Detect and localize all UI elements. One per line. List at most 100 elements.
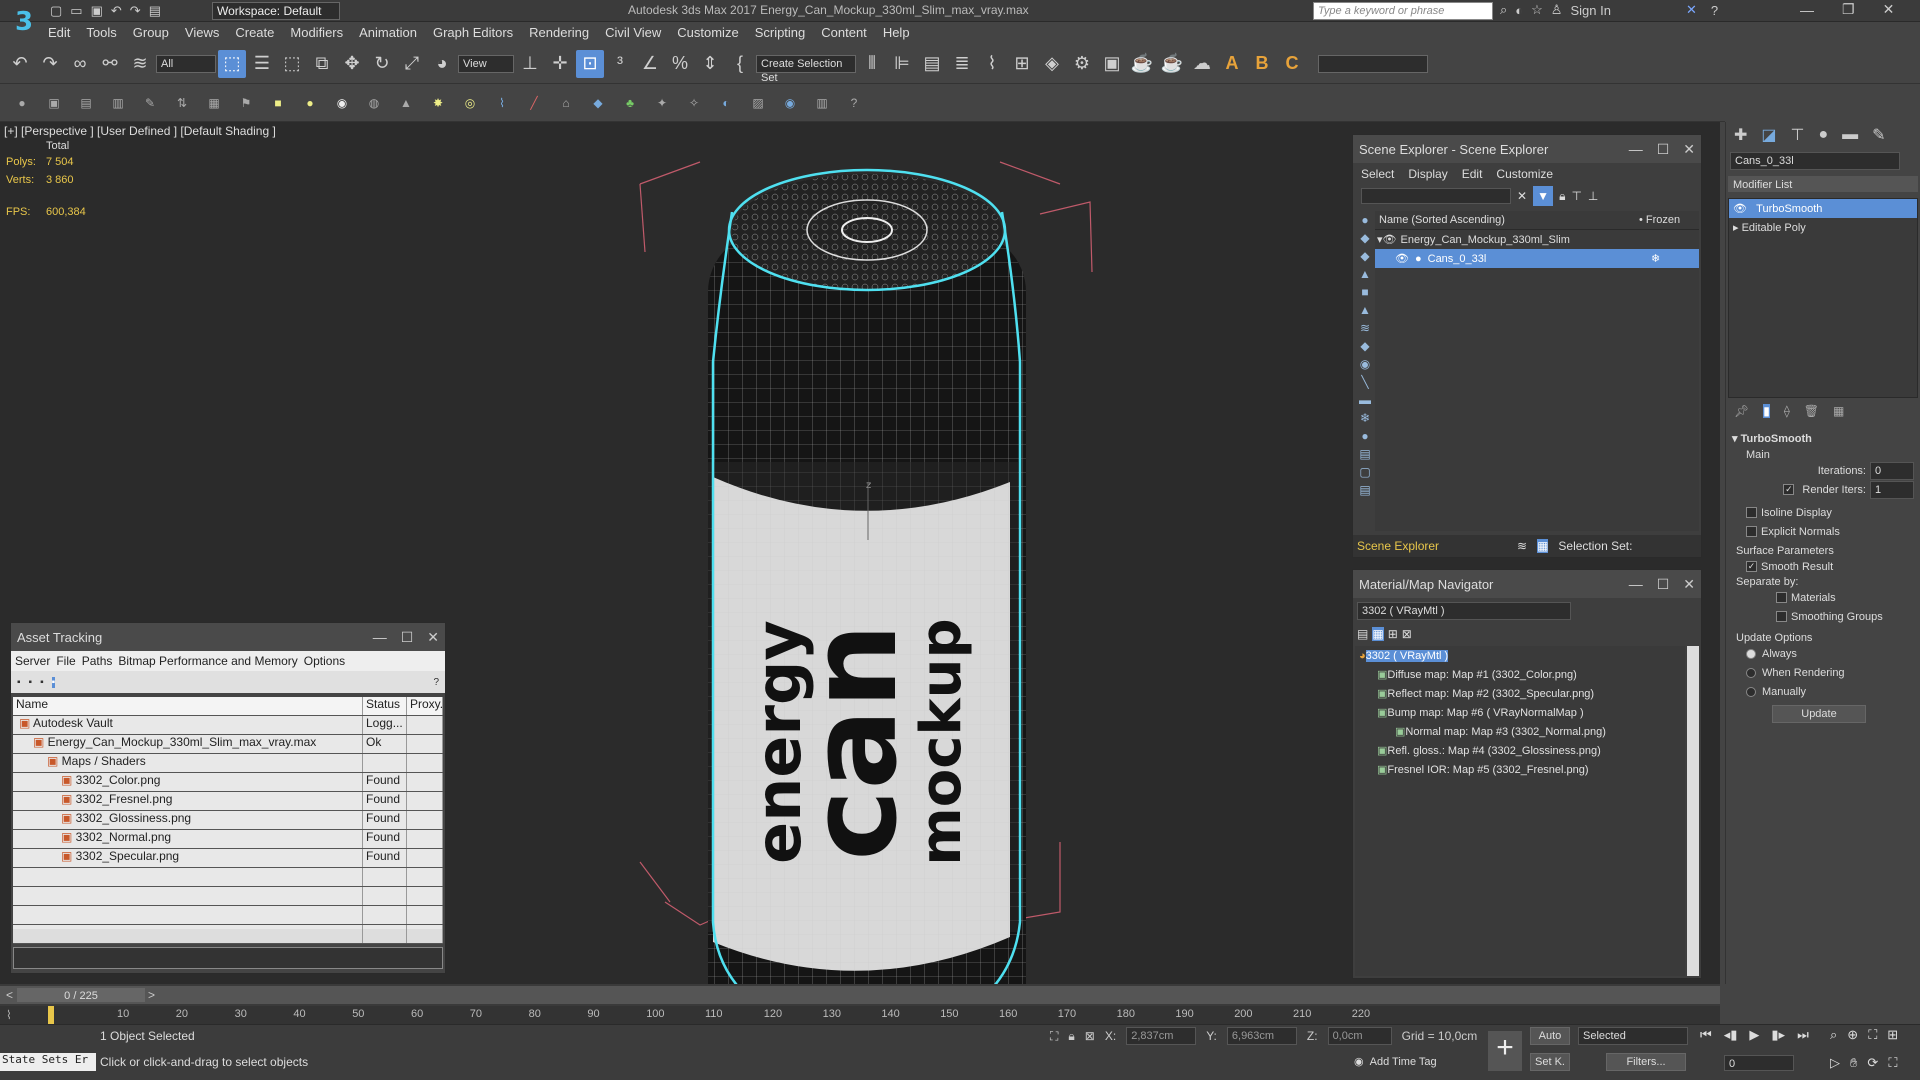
filters-button[interactable]: Filters... — [1606, 1053, 1686, 1071]
render-iterative-icon[interactable]: ☕ — [1158, 50, 1186, 78]
spinner-snap-icon[interactable]: ⇕ — [696, 50, 724, 78]
table-row[interactable]: ▣ 3302_Color.png Found — [13, 773, 443, 792]
scene-explorer-dropdown[interactable]: Scene Explorer — [1357, 539, 1507, 553]
utilities-tab-icon[interactable]: ✎ — [1872, 125, 1885, 145]
proxy-column-header[interactable]: Proxy... — [407, 697, 443, 715]
box-icon[interactable]: ■ — [266, 91, 290, 115]
zoom-icon[interactable]: ⌕ — [1830, 1027, 1837, 1043]
material-tree-item[interactable]: ▣ Reflect map: Map #2 (3302_Specular.png… — [1355, 684, 1685, 703]
curve-editor-icon[interactable]: ⌇ — [978, 50, 1006, 78]
material-icon[interactable]: ◐ — [714, 91, 738, 115]
lights-icon[interactable]: ▲ — [1359, 267, 1371, 281]
new-key-icon[interactable]: + — [1488, 1031, 1522, 1071]
project-icon[interactable]: ▤ — [149, 3, 161, 19]
render-icon[interactable]: ☕ — [1128, 50, 1156, 78]
go-to-start-icon[interactable]: ⏮ — [1700, 1027, 1712, 1043]
maximize-icon[interactable]: ☐ — [1657, 576, 1670, 593]
z-coord-field[interactable]: 0,0cm — [1327, 1027, 1392, 1045]
bones-icon[interactable]: ╲ — [1361, 375, 1368, 389]
move-icon[interactable]: ✥ — [338, 50, 366, 78]
close-icon[interactable]: ✕ — [1683, 576, 1695, 593]
place-icon[interactable]: ◕ — [428, 50, 456, 78]
remove-modifier-icon[interactable]: 🗑︎ — [1804, 404, 1819, 418]
zoom-extents-all-icon[interactable]: ⊞ — [1887, 1027, 1898, 1043]
eye-icon[interactable]: 👁︎ — [1395, 252, 1409, 265]
select-icon[interactable]: ⬚ — [218, 49, 246, 78]
material-tree-item[interactable]: ◕ 3302 ( VRayMtl ) — [1355, 646, 1685, 665]
material-editor-icon[interactable]: ◈ — [1038, 50, 1066, 78]
filter-icon[interactable]: ▼ — [1533, 186, 1554, 206]
display-all-icon[interactable]: ● — [1361, 213, 1368, 227]
bind-space-warp-icon[interactable]: ≋ — [126, 50, 154, 78]
sun-icon[interactable]: ◎ — [458, 91, 482, 115]
at-menu-item[interactable]: Server — [15, 654, 50, 668]
rollout-title[interactable]: ▾ TurboSmooth — [1732, 432, 1914, 445]
orbit-icon[interactable]: ⟳ — [1867, 1055, 1878, 1071]
time-slider[interactable]: 0 / 225 — [16, 987, 146, 1003]
update-button[interactable]: Update — [1772, 705, 1866, 723]
at-menu-item[interactable]: File — [56, 654, 75, 668]
particle-icon[interactable]: ✧ — [682, 91, 706, 115]
maxscript-listener[interactable]: State Sets Er — [0, 1053, 96, 1071]
eye-icon[interactable]: 👁︎ — [1383, 233, 1397, 246]
search-input[interactable]: Type a keyword or phrase — [1313, 2, 1493, 20]
text-a-icon[interactable]: A — [1218, 50, 1246, 78]
material-tree-item[interactable]: ▣ Normal map: Map #3 (3302_Normal.png) — [1355, 722, 1685, 741]
redo-icon[interactable]: ↷ — [36, 50, 64, 78]
minimize-icon[interactable]: — — [1800, 2, 1814, 18]
checkout-icon[interactable]: ▪ — [29, 677, 33, 688]
name-column-header[interactable]: Name (Sorted Ascending) — [1379, 214, 1639, 226]
configure-sets-icon[interactable]: ▦ — [1833, 404, 1844, 418]
containers-icon[interactable]: ▬ — [1359, 393, 1371, 407]
table-row[interactable]: ▣ 3302_Specular.png Found — [13, 849, 443, 868]
prev-frame-icon[interactable]: < — [6, 988, 13, 1002]
reference-coord-dropdown[interactable]: View — [458, 54, 514, 73]
next-key-icon[interactable]: ▮▸ — [1771, 1027, 1785, 1043]
view-list-thumbs-icon[interactable]: ▦ — [1372, 627, 1384, 641]
exchange-icon[interactable]: ✕ — [1686, 2, 1697, 18]
menu-help[interactable]: Help — [875, 22, 918, 44]
light-icon[interactable]: ✸ — [426, 91, 450, 115]
material-tree-item[interactable]: ▣ Diffuse map: Map #1 (3302_Color.png) — [1355, 665, 1685, 684]
system-icon[interactable]: ✦ — [650, 91, 674, 115]
save-file-icon[interactable]: ▣ — [91, 3, 103, 19]
at-menu-item[interactable]: Options — [304, 654, 345, 668]
pivot-icon[interactable]: ⊥ — [516, 50, 544, 78]
next-frame-icon[interactable]: > — [148, 988, 155, 1002]
at-menu-item[interactable]: Paths — [82, 654, 113, 668]
frozen-column-header[interactable]: • Frozen — [1639, 214, 1699, 226]
frozen-icon[interactable]: ❄ — [1651, 252, 1699, 265]
material-tree-scrollbar[interactable] — [1687, 646, 1699, 976]
material-tree-item[interactable]: ▣ Fresnel IOR: Map #5 (3302_Fresnel.png) — [1355, 760, 1685, 779]
table-row[interactable]: ▣ Maps / Shaders — [13, 754, 443, 773]
render-cloud-icon[interactable]: ☁ — [1188, 50, 1216, 78]
table-row[interactable]: ▣ 3302_Normal.png Found — [13, 830, 443, 849]
undo-icon[interactable]: ↶ — [6, 50, 34, 78]
minimize-icon[interactable]: — — [1629, 576, 1643, 593]
ribbon-tool-icon[interactable]: ⇅ — [170, 91, 194, 115]
track-bar[interactable]: ⌇ 10 20 30 40 50 60 70 80 90 100 110 120 130 140 150 16… — [0, 1006, 1720, 1024]
lock-selection-icon[interactable]: 🔒︎ — [1068, 1029, 1074, 1044]
view-list-icon[interactable]: ▤ — [1357, 627, 1368, 641]
unlink-icon[interactable]: ⚯ — [96, 50, 124, 78]
helpers-icon[interactable]: ▲ — [1359, 303, 1371, 317]
menu-views[interactable]: Views — [177, 22, 227, 44]
rect-region-icon[interactable]: ⬚ — [278, 50, 306, 78]
plant-icon[interactable]: ♣ — [618, 91, 642, 115]
smooth-result-checkbox[interactable]: ✓ — [1746, 561, 1757, 572]
link-icon[interactable]: ∞ — [66, 50, 94, 78]
align-icon[interactable]: ⊫ — [888, 50, 916, 78]
invert-icon[interactable]: ▤ — [1359, 483, 1370, 497]
modifier-turbosmooth[interactable]: 👁︎ TurboSmooth — [1729, 199, 1917, 218]
hierarchy-tab-icon[interactable]: ⊤ — [1791, 125, 1805, 145]
select-manipulate-icon[interactable]: ✛ — [546, 50, 574, 78]
go-to-end-icon[interactable]: ⏭ — [1797, 1027, 1809, 1043]
iterations-spinner[interactable]: 0 — [1870, 461, 1914, 480]
space-warp-icon[interactable]: ◆ — [586, 91, 610, 115]
menu-tools[interactable]: Tools — [78, 22, 124, 44]
named-selection-dropdown[interactable]: Create Selection Set — [756, 54, 856, 84]
cameras-icon[interactable]: ■ — [1361, 285, 1368, 299]
close-icon[interactable]: ✕ — [427, 629, 439, 646]
ribbon-tool-icon[interactable]: ● — [10, 91, 34, 115]
ribbon-tool-icon[interactable]: ✎ — [138, 91, 162, 115]
